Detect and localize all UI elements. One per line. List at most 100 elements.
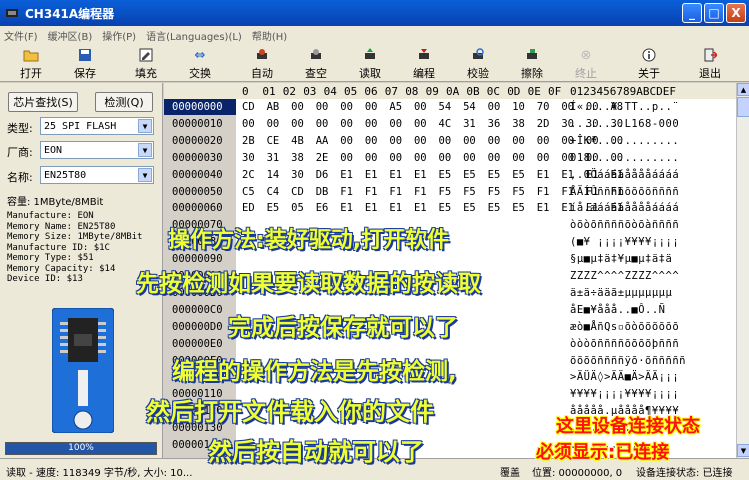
chevron-down-icon: ▼: [138, 119, 152, 133]
blank-check-icon: [308, 47, 324, 63]
info-line: Manufacture ID: $1C: [7, 242, 110, 253]
row-ascii: åE■¥ååå..■Ô..Ñ: [570, 303, 666, 316]
maximize-button[interactable]: □: [704, 3, 724, 23]
chevron-down-icon: ▼: [138, 168, 152, 182]
hex-column-header: 05: [344, 85, 358, 98]
vendor-label: 厂商:: [7, 146, 33, 159]
progress-bar: 100%: [5, 442, 157, 455]
scroll-thumb[interactable]: [737, 97, 749, 117]
row-ascii: ZZZZ^^^^ZZZZ^^^^: [570, 270, 680, 282]
row-address: 00000010: [172, 117, 223, 130]
hex-column-header: 0C: [486, 85, 501, 98]
hex-column-header: 0B: [466, 85, 480, 98]
hex-column-header: 0A: [446, 85, 460, 98]
type-label: 类型:: [7, 122, 33, 135]
row-bytes: CD AB 00 00 00 00 A5 00 54 54 00 10 70 0…: [242, 101, 624, 113]
hex-header: 0 01 02 03 04 05 06 07 08 09 0A 0B 0C 0D 0E 0F 012345678…: [164, 83, 736, 99]
status-position: 位置: 00000000, 0: [532, 468, 623, 479]
menu-help[interactable]: 帮助(H): [252, 28, 287, 43]
hex-column-header: 01: [262, 85, 276, 98]
stop-icon: ⊗: [580, 47, 592, 63]
hex-row[interactable]: 00000000 CD AB 00 00 00 00 A5 00 54 54 00…: [164, 99, 736, 115]
name-select[interactable]: EN25T80 ▼: [40, 166, 154, 184]
row-ascii: ÅÄÍÛññññõõõõññññ: [570, 185, 680, 198]
hex-column-header: 03: [303, 85, 317, 98]
about-icon: [641, 47, 657, 63]
hex-column-header: 04: [323, 85, 337, 98]
overlay-text: 完成后按保存就可以了: [228, 315, 458, 341]
menu-file[interactable]: 文件(F): [4, 28, 38, 43]
info-line: Device ID: $13: [7, 274, 83, 284]
menu-operation[interactable]: 操作(P): [102, 28, 136, 43]
menu-buffer[interactable]: 缓冲区(B): [48, 28, 93, 43]
exit-button[interactable]: 退出: [689, 47, 731, 81]
hex-row[interactable]: 00000010 00 00 00 00 00 00 00 00 4C 31 36…: [164, 116, 736, 132]
verify-button[interactable]: 校验: [457, 47, 499, 81]
hex-row[interactable]: 00000060 ED E5 05 E6 E1 E1 E1 E1 E5 E5 E5…: [164, 200, 736, 216]
info-line: Memory Size: 1MByte/8MBit: [7, 232, 143, 242]
row-address: 00000050: [172, 185, 223, 198]
row-bytes: 2B CE 4B AA 00 00 00 00 00 00 00 00 00 0…: [242, 134, 624, 147]
row-ascii: ,.0Öááááååååáááá: [570, 168, 680, 181]
save-button[interactable]: 保存: [64, 47, 106, 81]
open-button[interactable]: 打开: [10, 47, 52, 81]
row-address: 000000D0: [172, 320, 223, 333]
overlay-text: 先按检测如果要读取数据的按读取: [136, 271, 481, 297]
status-overwrite: 覆盖: [500, 468, 520, 479]
chevron-down-icon: ▼: [138, 143, 152, 157]
row-bytes: 2C 14 30 D6 E1 E1 E1 E1 E5 E5 E5 E5 E1 E…: [242, 168, 624, 181]
hex-column-header: 02: [282, 85, 297, 98]
stop-button[interactable]: ⊗ 终止: [565, 47, 607, 81]
hex-column-header: 09: [425, 85, 439, 98]
menu-language[interactable]: 语言(Languages)(L): [146, 28, 242, 43]
overlay-text: 然后打开文件载入你的文件: [146, 398, 434, 426]
program-button[interactable]: 编程: [403, 47, 445, 81]
row-ascii: õõõõññññÿõ·õñññññ: [570, 354, 686, 367]
overlay-text: 编程的操作方法是先按检测,: [172, 359, 457, 385]
vendor-select[interactable]: EON ▼: [40, 141, 154, 159]
hex-row[interactable]: 00000030 30 31 38 2E 00 00 00 00 00 00 00…: [164, 150, 736, 166]
row-ascii: >ÄÜÄ◊>ÄÄ■Ä>ÄÄ¡¡¡: [570, 371, 680, 384]
row-address: 000000C0: [172, 303, 223, 316]
capacity-text: 容量: 1MByte/8MBit: [7, 197, 104, 208]
close-button[interactable]: X: [726, 3, 746, 23]
type-select[interactable]: 25 SPI FLASH ▼: [40, 117, 154, 135]
row-address: 00000020: [172, 134, 223, 147]
row-ascii: ¥¥¥¥¡¡¡¡¥¥¥¥¡¡¡¡: [570, 388, 680, 401]
scroll-up-icon[interactable]: ▲: [737, 83, 749, 96]
auto-button[interactable]: 自动: [241, 47, 283, 81]
row-ascii: §µ■µ‡ä‡¥µ■µ‡ä‡ä: [570, 253, 673, 266]
detect-button[interactable]: 检测(Q): [95, 92, 153, 112]
hex-column-header: 0E: [527, 85, 541, 98]
find-chip-button[interactable]: 芯片查找(S): [8, 92, 78, 112]
row-bytes: C5 C4 CD DB F1 F1 F1 F1 F5 F5 F5 F5 F1 F…: [242, 185, 624, 198]
info-line: Memory Capacity: $14: [7, 263, 116, 274]
about-button[interactable]: 关于: [628, 47, 670, 81]
scroll-down-icon[interactable]: ▼: [737, 444, 749, 457]
title-bar: CH341A编程器 _ □ X: [0, 0, 749, 26]
blank-check-button[interactable]: 查空: [295, 47, 337, 81]
hex-row[interactable]: 00000050 C5 C4 CD DB F1 F1 F1 F1 F5 F5 F5…: [164, 184, 736, 200]
vertical-scrollbar[interactable]: ▲ ▼: [736, 83, 749, 458]
minimize-button[interactable]: _: [682, 3, 702, 23]
row-address: 00000060: [172, 202, 223, 215]
chip-info: Manufacture: EON Memory Name: EN25T80 Me…: [7, 211, 142, 285]
erase-button[interactable]: 擦除: [511, 47, 553, 81]
ascii-header: 0123456789ABCDEF: [570, 85, 676, 98]
hex-column-header: 08: [405, 85, 419, 98]
row-address: 00000040: [172, 168, 223, 181]
overlay-text: 然后按自动就可以了: [208, 438, 424, 466]
fill-button[interactable]: 填充: [125, 47, 167, 81]
row-bytes: 30 31 38 2E 00 00 00 00 00 00 00 00 00 0…: [242, 151, 624, 164]
menu-bar: 文件(F) 缓冲区(B) 操作(P) 语言(Languages)(L) 帮助(H…: [0, 26, 749, 44]
status-speed: 读取 - 速度: 118349 字节/秒, 大小: 10...: [6, 468, 193, 479]
row-address: 00000030: [172, 151, 223, 164]
hex-row[interactable]: 00000020 2B CE 4B AA 00 00 00 00 00 00 00…: [164, 133, 736, 149]
read-button[interactable]: 读取: [349, 47, 391, 81]
toolbar: 打开 保存 填充 ⇔ 交换 自动 查空 读取 编程 校验 擦除 ⊗ 终止 关于 …: [0, 44, 749, 82]
row-ascii: òòòõññññõõõõþñññ: [570, 337, 680, 350]
hex-row[interactable]: 00000040 2C 14 30 D6 E1 E1 E1 E1 E5 E5 E5…: [164, 167, 736, 183]
row-ascii: ........L168-000: [570, 117, 680, 130]
swap-button[interactable]: ⇔ 交换: [179, 47, 221, 81]
row-ascii: æò■ÅñQs▫õòõõõõõõ: [570, 320, 680, 333]
